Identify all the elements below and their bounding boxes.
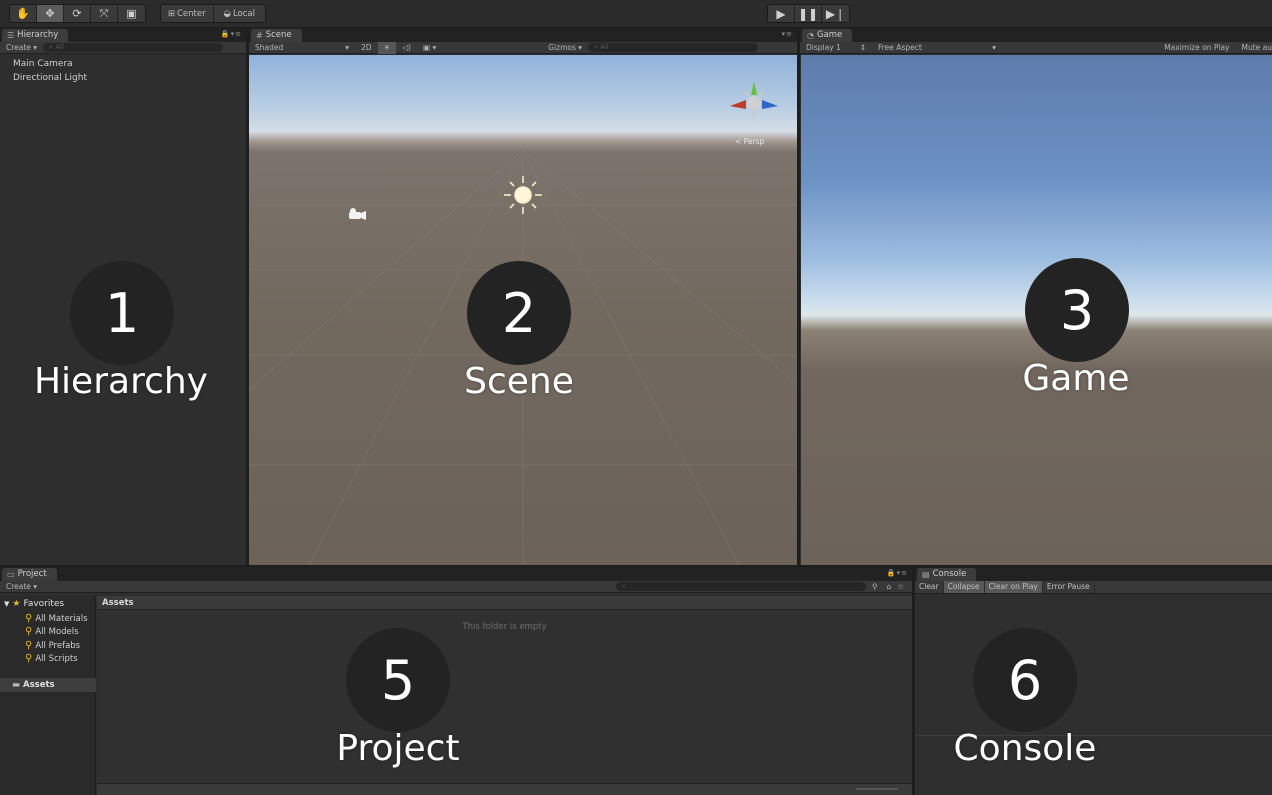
overlay-label-hierarchy: Hierarchy xyxy=(33,361,208,402)
panel-menu-icon[interactable]: ▾≡ xyxy=(782,30,793,38)
gizmos-dropdown[interactable]: Gizmos ▾ xyxy=(542,42,588,54)
pause-icon[interactable]: ❚❚ xyxy=(795,5,822,22)
scene-lighting-icon[interactable]: ☀ xyxy=(377,41,397,54)
search-icon: ⚲ xyxy=(25,613,33,624)
project-create-dropdown[interactable]: Create ▾ xyxy=(0,581,43,593)
display-dropdown[interactable]: Display 1 ⇕ xyxy=(800,42,872,54)
assets-breadcrumb[interactable]: Assets xyxy=(97,596,912,610)
mute-audio-toggle[interactable]: Mute au xyxy=(1235,42,1272,54)
step-icon[interactable]: ▶❘ xyxy=(822,5,849,22)
folder-icon: ▬ xyxy=(12,680,21,690)
folder-tab-icon: ▭ xyxy=(7,570,15,579)
console-toolbar: Clear Collapse Clear on Play Error Pause xyxy=(915,581,1272,594)
pivot-toggles: ⊞ Center ◒ Local xyxy=(160,4,266,23)
maximize-on-play-toggle[interactable]: Maximize on Play xyxy=(1158,42,1235,54)
pivot-center-button[interactable]: ⊞ Center xyxy=(161,5,214,22)
overlay-badge-6: 6 xyxy=(973,628,1077,732)
project-search-input[interactable]: ⌕ xyxy=(616,582,866,591)
move-tool-icon[interactable]: ✥ xyxy=(37,5,64,22)
aspect-dropdown[interactable]: Free Aspect ▾ xyxy=(872,42,1002,54)
tab-project[interactable]: ▭ Project xyxy=(2,568,57,581)
project-toolbar: Create ▾ ⌕ ⚲ ⌂ ☆ xyxy=(0,581,912,593)
hierarchy-item-directional-light[interactable]: Directional Light xyxy=(13,72,87,86)
assets-folder-node[interactable]: ▬ Assets xyxy=(0,678,96,692)
scene-grid-icon: # xyxy=(256,31,263,40)
scale-tool-icon[interactable]: ⤧ xyxy=(91,5,118,22)
play-controls: ▶ ❚❚ ▶❘ xyxy=(767,4,850,23)
overlay-label-console: Console xyxy=(953,728,1097,769)
rotate-tool-icon[interactable]: ⟳ xyxy=(64,5,91,22)
panel-menu-icon[interactable]: 🔒▾≡ xyxy=(221,30,242,38)
tab-scene[interactable]: # Scene xyxy=(251,29,302,42)
scene-effects-icon[interactable]: ▣ ▾ xyxy=(417,42,442,54)
shading-mode-dropdown[interactable]: Shaded ▾ xyxy=(249,42,355,54)
main-toolbar: ✋ ✥ ⟳ ⤧ ▣ ⊞ Center ◒ Local ▶ ❚❚ ▶❘ xyxy=(0,0,1272,27)
overlay-label-scene: Scene xyxy=(464,361,574,402)
console-collapse-toggle[interactable]: Collapse xyxy=(943,581,985,593)
project-tabbar: ▭ Project 🔒▾≡ xyxy=(0,567,912,581)
orientation-gizmo-icon xyxy=(730,81,778,121)
favorite-item[interactable]: ⚲ All Materials xyxy=(25,613,88,624)
overlay-label-game: Game xyxy=(1022,358,1130,399)
scene-tabbar: # Scene ▾≡ xyxy=(249,28,797,42)
filter-by-type-icon[interactable]: ⚲ xyxy=(866,581,884,593)
filter-by-label-icon[interactable]: ⌂ xyxy=(884,581,895,593)
scene-toolbar: Shaded ▾ 2D ☀ ◁) ▣ ▾ Gizmos ▾ ⌕ All xyxy=(249,41,797,54)
local-rotation-icon: ◒ xyxy=(223,8,231,19)
hierarchy-item-main-camera[interactable]: Main Camera xyxy=(13,58,87,72)
favorites-star-icon: ★ xyxy=(12,599,21,609)
panel-menu-icon[interactable]: 🔒▾≡ xyxy=(887,569,908,577)
favorites-node[interactable]: ▼ ★ Favorites xyxy=(4,599,64,609)
favorite-item[interactable]: ⚲ All Scripts xyxy=(25,653,78,664)
project-folder-tree: ▼ ★ Favorites ⚲ All Materials ⚲ All Models… xyxy=(0,596,96,795)
hierarchy-search-input[interactable]: ⌕ All xyxy=(43,43,224,52)
console-tabbar: ▤ Console xyxy=(915,567,1272,581)
pivot-local-button[interactable]: ◒ Local xyxy=(214,5,266,22)
persp-label: < Persp xyxy=(735,137,765,146)
play-icon[interactable]: ▶ xyxy=(768,5,795,22)
camera-gizmo-icon xyxy=(349,208,366,220)
hierarchy-tabbar: ☰ Hierarchy 🔒▾≡ xyxy=(0,28,246,42)
search-icon: ⚲ xyxy=(25,640,33,651)
overlay-badge-5: 5 xyxy=(346,628,450,732)
overlay-badge-2: 2 xyxy=(467,261,571,365)
light-gizmo-icon xyxy=(504,176,542,214)
console-clear-button[interactable]: Clear xyxy=(915,581,944,593)
tab-hierarchy[interactable]: ☰ Hierarchy xyxy=(2,29,69,42)
game-toolbar: Display 1 ⇕ Free Aspect ▾ Maximize on Pl… xyxy=(800,42,1272,54)
game-tabbar: ◔ Game xyxy=(800,28,1272,42)
pivot-center-icon: ⊞ xyxy=(167,8,175,19)
icon-size-slider[interactable] xyxy=(856,788,898,790)
overlay-badge-3: 3 xyxy=(1025,258,1129,362)
hierarchy-toolbar: Create ▾ ⌕ All xyxy=(0,42,246,54)
console-icon: ▤ xyxy=(922,570,930,579)
hierarchy-create-dropdown[interactable]: Create ▾ xyxy=(0,42,43,54)
transform-tools: ✋ ✥ ⟳ ⤧ ▣ xyxy=(9,4,146,23)
hierarchy-icon: ☰ xyxy=(7,31,15,40)
overlay-badge-1: 1 xyxy=(70,261,174,365)
overlay-label-project: Project xyxy=(336,728,460,769)
game-pacman-icon: ◔ xyxy=(807,31,814,40)
favorite-item[interactable]: ⚲ All Models xyxy=(25,626,79,637)
expand-arrow-icon: ▼ xyxy=(4,600,10,608)
rect-tool-icon[interactable]: ▣ xyxy=(118,5,145,22)
favorite-star-icon[interactable]: ☆ xyxy=(894,581,912,593)
project-footer xyxy=(97,783,912,795)
tab-console[interactable]: ▤ Console xyxy=(917,568,977,581)
mode-2d-toggle[interactable]: 2D xyxy=(355,42,378,54)
console-clear-on-play-toggle[interactable]: Clear on Play xyxy=(984,581,1043,593)
favorite-item[interactable]: ⚲ All Prefabs xyxy=(25,640,80,651)
search-icon: ⚲ xyxy=(25,653,33,664)
console-error-pause-toggle[interactable]: Error Pause xyxy=(1043,581,1095,593)
hierarchy-list: Main Camera Directional Light xyxy=(13,58,87,85)
empty-folder-message: This folder is empty xyxy=(462,622,547,632)
hand-tool-icon[interactable]: ✋ xyxy=(10,5,37,22)
tab-game[interactable]: ◔ Game xyxy=(802,29,853,42)
scene-audio-icon[interactable]: ◁) xyxy=(396,42,417,54)
scene-search-input[interactable]: ⌕ All xyxy=(588,43,759,52)
search-icon: ⚲ xyxy=(25,626,33,637)
